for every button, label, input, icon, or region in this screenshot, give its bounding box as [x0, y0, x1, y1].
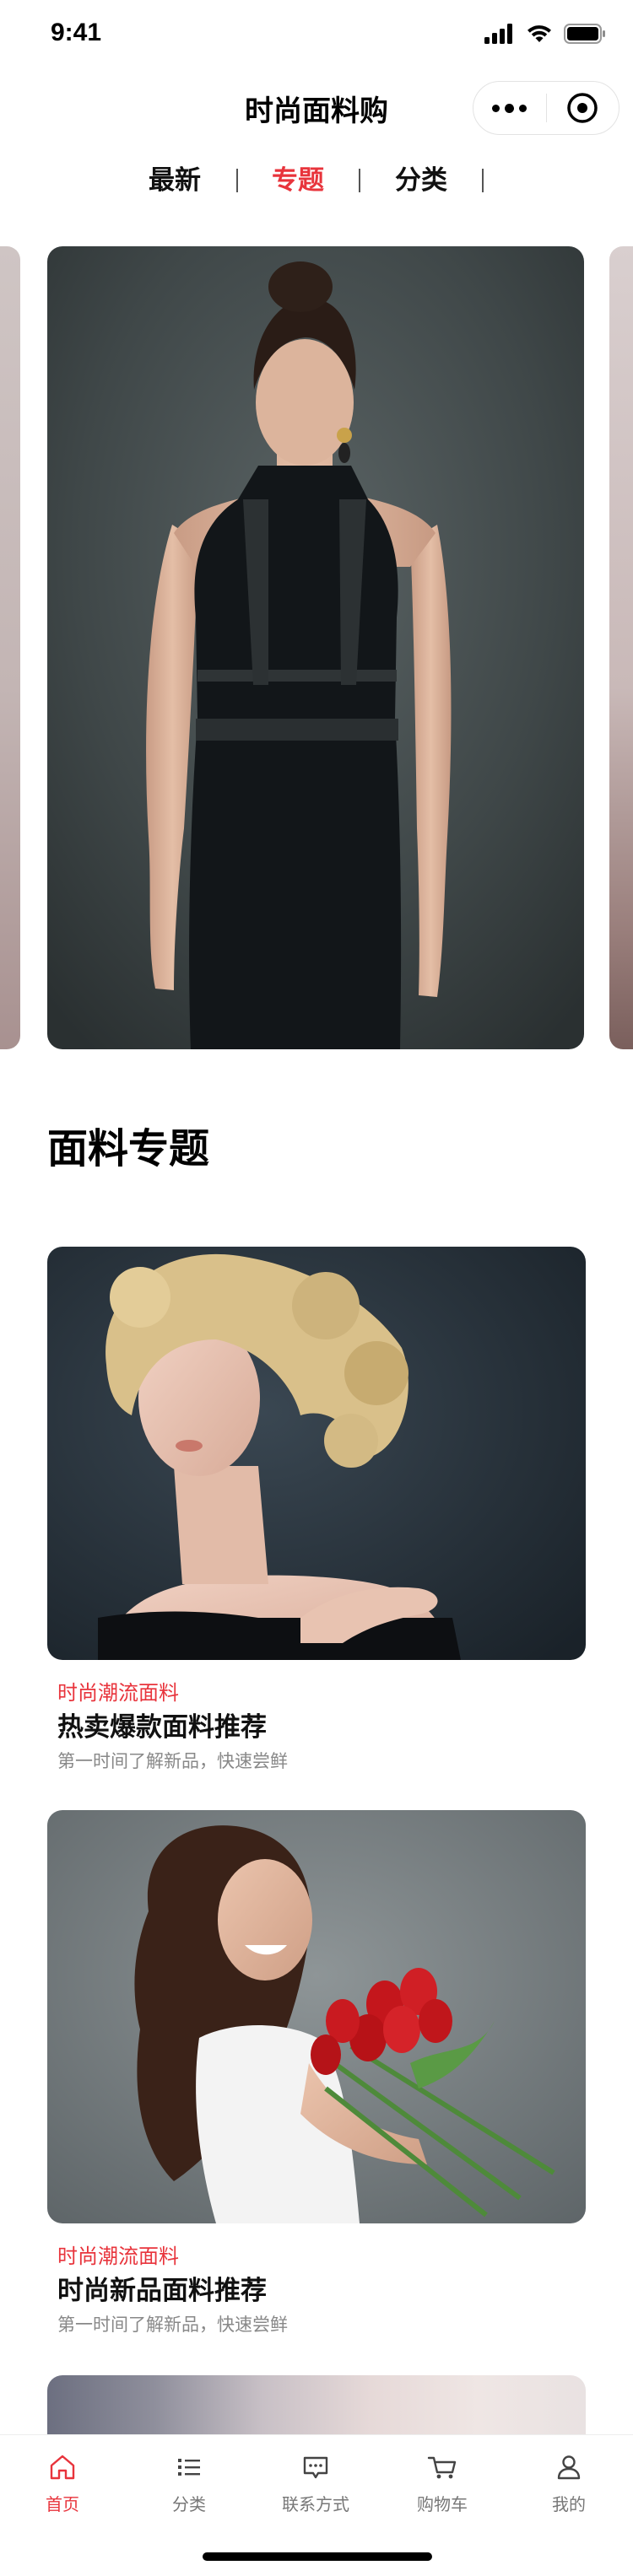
tabbar-label: 联系方式	[282, 2494, 349, 2514]
home-indicator	[203, 2552, 432, 2561]
tabbar-label: 购物车	[417, 2494, 468, 2514]
more-dot-icon	[505, 103, 515, 113]
banner-carousel[interactable]	[0, 246, 633, 1049]
tabbar-label: 分类	[172, 2494, 206, 2514]
tabbar-label: 我的	[552, 2494, 586, 2514]
topic-card-description: 第一时间了解新品，快速尝鲜	[57, 2315, 288, 2335]
tabbar-item-profile[interactable]: 我的	[518, 2450, 619, 2515]
status-bar: 9:41	[0, 0, 633, 74]
battery-icon	[564, 24, 605, 44]
topic-card-tag: 时尚潮流面料	[57, 1681, 179, 1705]
signal-icon	[484, 24, 512, 44]
section-title: 面料专题	[47, 1125, 210, 1172]
topic-card[interactable]: 时尚潮流面料 时尚新品面料推荐 第一时间了解新品，快速尝鲜	[47, 1810, 586, 2336]
wifi-icon	[528, 25, 551, 42]
tab-categories[interactable]: 分类	[395, 160, 447, 201]
carousel-slide-current[interactable]	[47, 246, 584, 1049]
cart-icon	[427, 2456, 457, 2479]
tabbar-item-contact[interactable]: 联系方式	[265, 2450, 366, 2515]
mini-program-capsule	[473, 81, 619, 135]
topic-card-title[interactable]: 热卖爆款面料推荐	[57, 1711, 586, 1744]
category-tabs: 最新 专题 分类	[0, 160, 633, 202]
tabbar-item-categories[interactable]: 分类	[138, 2450, 240, 2515]
status-icons	[484, 24, 606, 44]
more-dot-icon	[519, 104, 528, 112]
tabbar-item-home[interactable]: 首页	[12, 2450, 113, 2515]
close-mini-program-button[interactable]	[547, 81, 619, 135]
message-icon	[303, 2456, 328, 2479]
carousel-slide-next[interactable]	[609, 246, 633, 1049]
topic-card[interactable]: 时尚潮流面料 热卖爆款面料推荐 第一时间了解新品，快速尝鲜	[47, 1247, 586, 1773]
tab-divider	[482, 169, 484, 192]
topic-card-description: 第一时间了解新品，快速尝鲜	[57, 1751, 288, 1771]
status-time: 9:41	[51, 19, 102, 46]
carousel-slide-prev[interactable]	[0, 246, 20, 1049]
tab-topics[interactable]: 专题	[272, 160, 324, 201]
target-close-icon	[567, 93, 598, 123]
topic-photo	[47, 1247, 586, 1660]
more-dot-icon	[492, 104, 500, 112]
home-icon	[50, 2455, 75, 2480]
topic-card-tag: 时尚潮流面料	[57, 2245, 179, 2268]
topic-card-image[interactable]	[47, 1247, 586, 1660]
more-button[interactable]	[473, 81, 546, 135]
topic-card-title[interactable]: 时尚新品面料推荐	[57, 2274, 586, 2308]
tab-latest[interactable]: 最新	[149, 160, 201, 201]
banner-photo	[47, 246, 584, 1049]
tab-divider	[236, 169, 238, 192]
tab-divider	[359, 169, 360, 192]
tabbar-label: 首页	[46, 2494, 79, 2514]
topic-card-image[interactable]	[47, 1810, 586, 2223]
tabbar-item-cart[interactable]: 购物车	[392, 2450, 493, 2515]
topic-photo	[47, 1810, 586, 2223]
list-icon	[178, 2459, 200, 2476]
user-icon	[557, 2455, 581, 2480]
